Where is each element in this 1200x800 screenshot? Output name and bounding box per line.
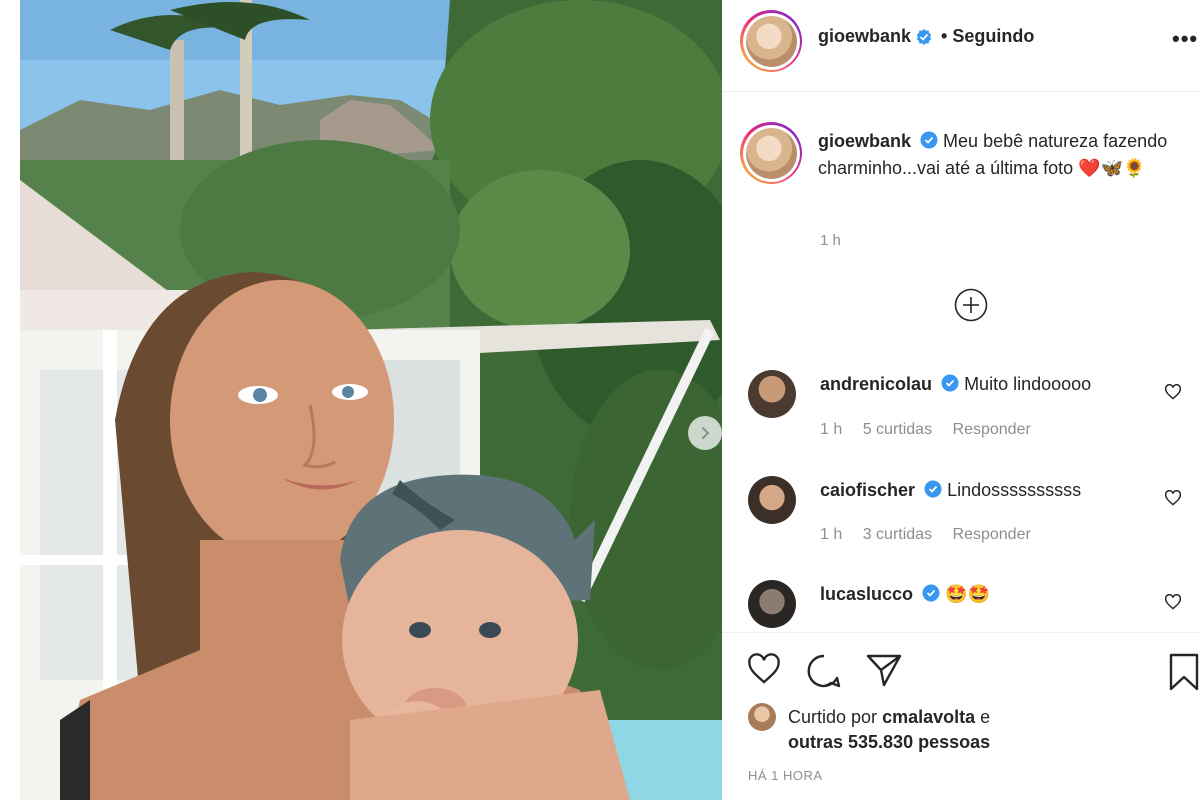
comment-row: andrenicolau Muito lindooooo [820,373,1091,395]
post-caption: gioewbank Meu bebê natureza fazendo char… [818,128,1178,182]
load-more-comments-button[interactable] [954,288,988,327]
comment-likes[interactable]: 5 curtidas [863,421,932,438]
comment-text: Lindossssssssss [947,480,1082,500]
post-header: gioewbank • Seguindo ••• [722,0,1200,92]
chevron-right-icon [702,427,710,439]
heart-icon [1164,383,1182,400]
author-name-row: gioewbank • Seguindo [818,26,1034,47]
comment-avatar[interactable] [748,476,796,524]
save-button[interactable] [1168,653,1200,696]
likes-summary: Curtido por cmalavolta e [788,704,990,731]
verified-badge-icon [941,374,959,392]
verified-badge-icon [916,28,932,45]
like-button[interactable] [746,653,782,690]
comment-username[interactable]: lucaslucco [820,584,913,604]
comment-time: 1 h [820,526,843,543]
comment-like-button[interactable] [1164,593,1182,615]
more-options-icon[interactable]: ••• [1172,26,1198,52]
next-photo-button[interactable] [688,416,722,450]
post-photo[interactable] [20,0,722,800]
comment-button[interactable] [806,653,842,694]
comment-avatar[interactable] [748,580,796,628]
caption-username[interactable]: gioewbank [818,131,911,151]
comment-username[interactable]: caiofischer [820,480,915,500]
comment-likes[interactable]: 3 curtidas [863,526,932,543]
comment-time: 1 h [820,421,843,438]
comment-like-button[interactable] [1164,383,1182,405]
likes-conj: e [980,707,991,727]
comment-row: lucaslucco 🤩🤩 [820,583,990,605]
comment-username[interactable]: andrenicolau [820,374,932,394]
comment-avatar[interactable] [748,370,796,418]
share-button[interactable] [866,653,902,692]
comment-text: Muito lindooooo [964,374,1092,394]
post-timestamp: HÁ 1 HORA [748,768,823,783]
liker-username[interactable]: cmalavolta [882,707,975,727]
comment-reply[interactable]: Responder [953,421,1031,438]
heart-icon [1164,489,1182,506]
author-avatar[interactable] [740,10,802,72]
heart-icon [1164,593,1182,610]
heart-icon [748,653,780,684]
comment-row: caiofischer Lindossssssssss [820,479,1081,501]
author-username[interactable]: gioewbank [818,26,911,47]
comment-meta: 1 h 3 curtidas Responder [820,526,1047,544]
likes-count[interactable]: outras 535.830 pessoas [788,731,990,753]
verified-badge-icon [922,584,940,602]
liker-avatar[interactable] [748,703,776,731]
verified-badge-icon [924,480,942,498]
add-comment-icon [954,288,988,322]
bookmark-icon [1169,653,1199,691]
likes-prefix: Curtido por [788,707,878,727]
caption-time: 1 h [820,232,841,249]
comment-meta: 1 h 5 curtidas Responder [820,421,1047,439]
comment-icon [807,654,841,688]
post-side-panel: gioewbank • Seguindo ••• gioewbank Meu b… [722,0,1200,800]
caption-author-avatar[interactable] [740,122,802,184]
share-icon [866,654,902,687]
comment-like-button[interactable] [1164,489,1182,511]
following-status[interactable]: • Seguindo [941,26,1034,47]
comment-reply[interactable]: Responder [953,526,1031,543]
comment-text: 🤩🤩 [945,584,990,604]
photo-illustration [20,0,722,800]
verified-badge-icon [920,131,938,149]
